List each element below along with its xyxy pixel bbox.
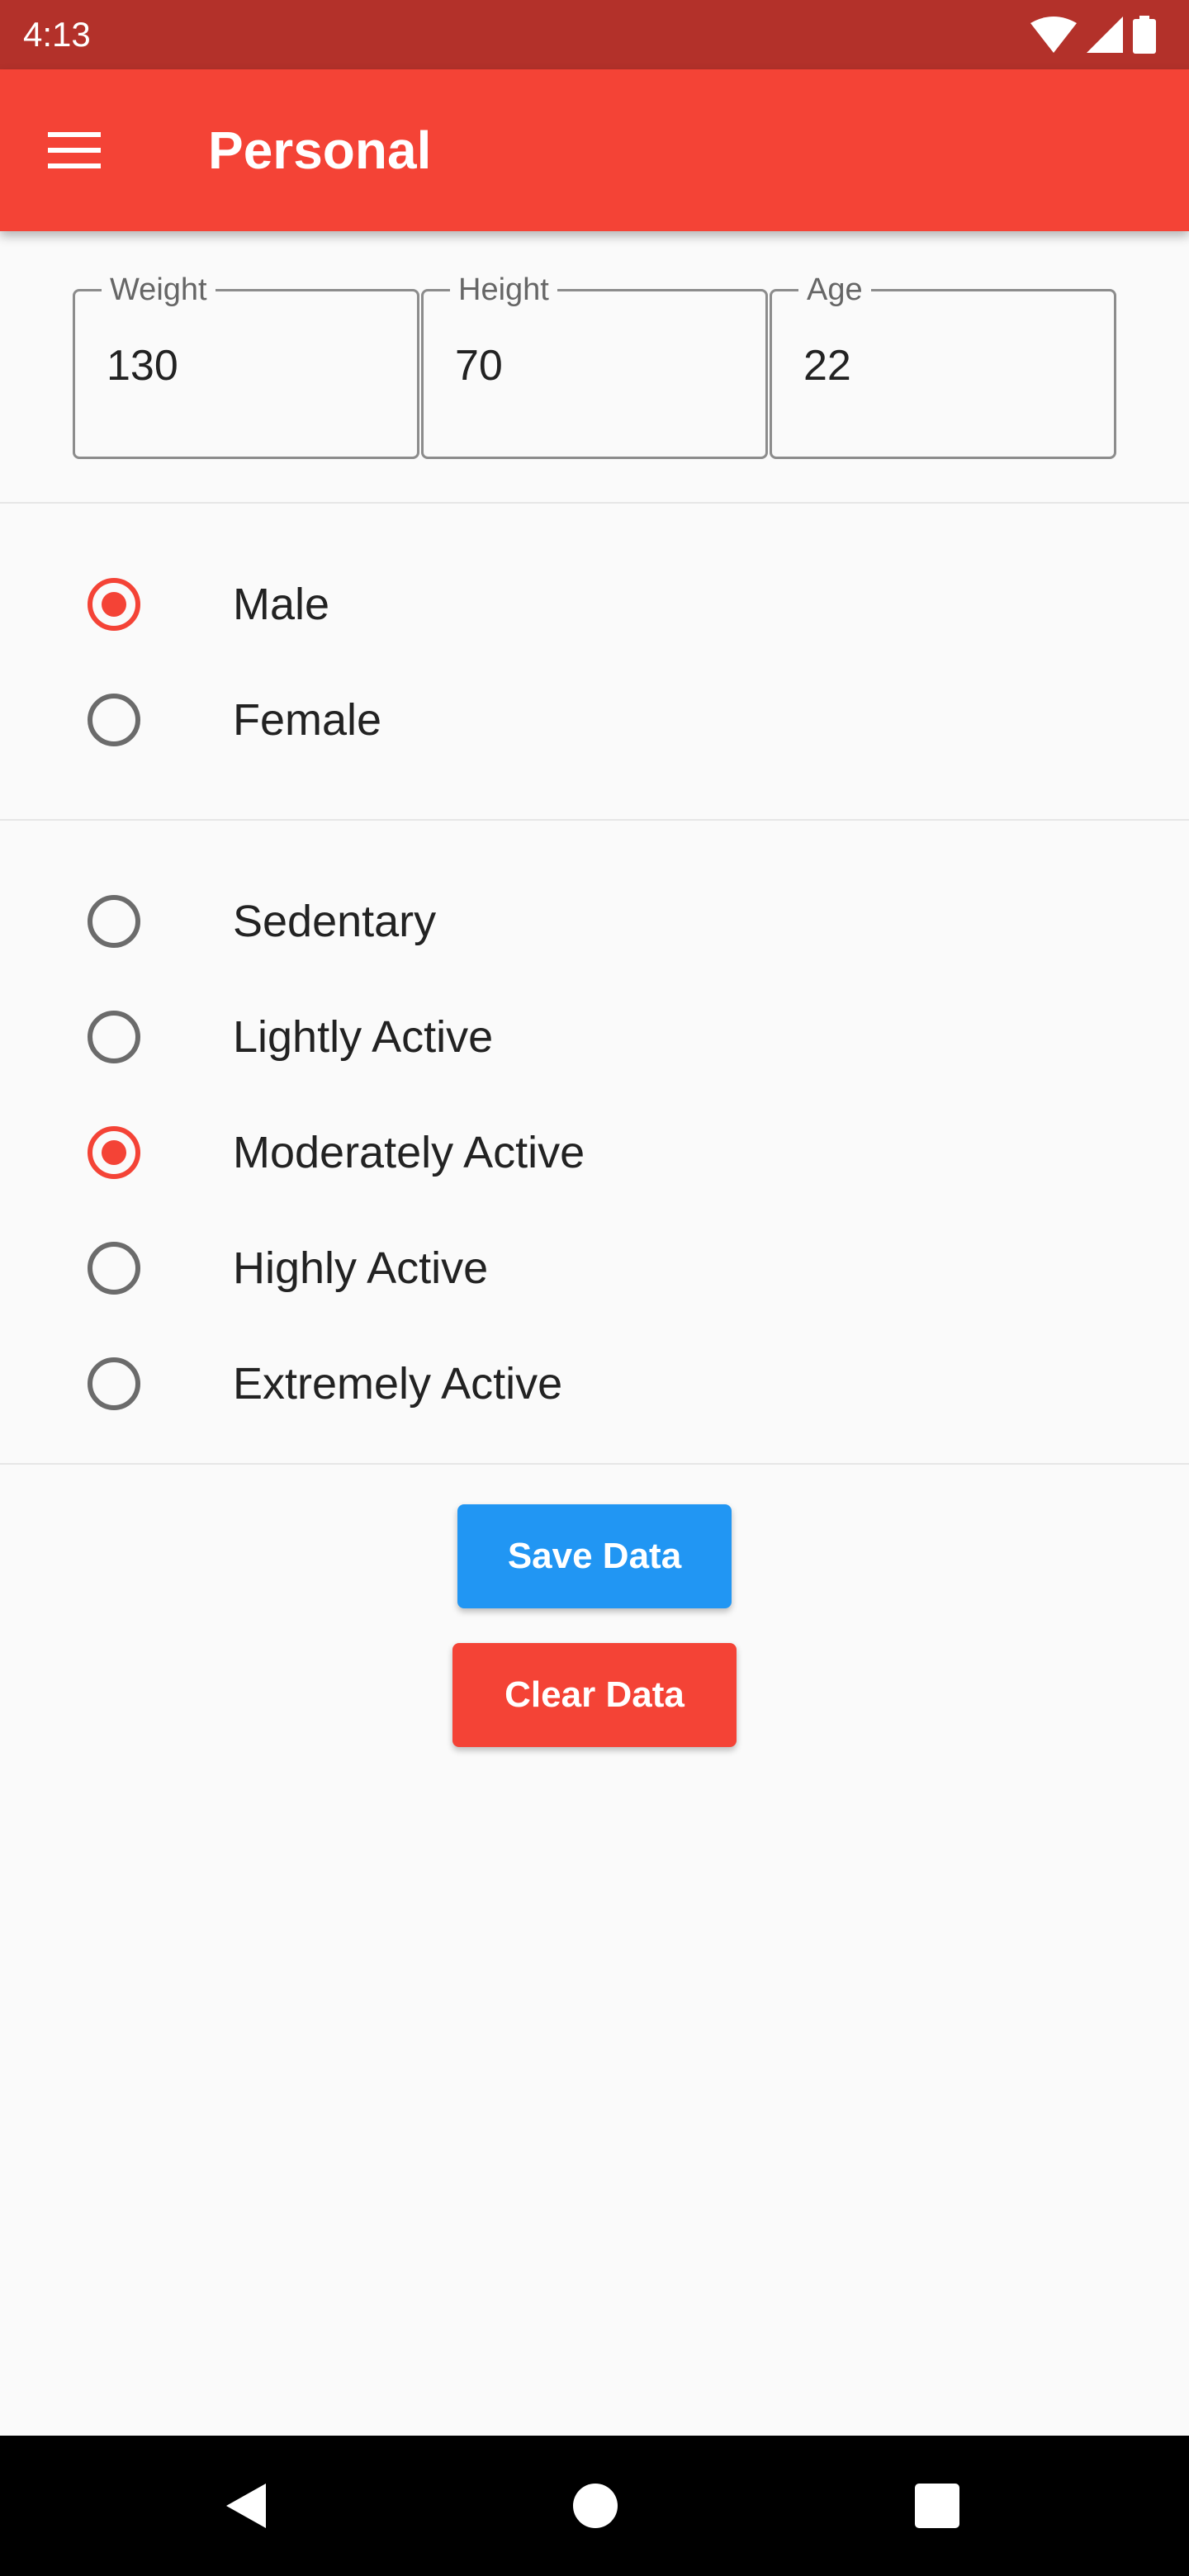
system-nav-bar bbox=[0, 2436, 1189, 2576]
divider bbox=[0, 1463, 1189, 1465]
radio-button[interactable] bbox=[88, 895, 140, 948]
radio-lightly-active[interactable]: Lightly Active bbox=[0, 979, 1189, 1095]
menu-button[interactable] bbox=[36, 112, 112, 188]
radio-female[interactable]: Female bbox=[0, 662, 1189, 778]
divider bbox=[0, 502, 1189, 504]
status-bar: 4:13 bbox=[0, 0, 1189, 69]
clear-data-button[interactable]: Clear Data bbox=[452, 1643, 737, 1747]
age-input[interactable] bbox=[803, 339, 1084, 392]
status-icons bbox=[1030, 13, 1156, 56]
radio-highly-active[interactable]: Highly Active bbox=[0, 1210, 1189, 1326]
radio-button[interactable] bbox=[88, 1011, 140, 1063]
recents-icon[interactable] bbox=[908, 2477, 966, 2535]
weight-field[interactable]: Weight bbox=[73, 272, 419, 459]
radio-moderately-active[interactable]: Moderately Active bbox=[0, 1095, 1189, 1210]
save-data-button[interactable]: Save Data bbox=[457, 1504, 732, 1608]
radio-button[interactable] bbox=[88, 1126, 140, 1179]
app-bar: Personal bbox=[0, 69, 1189, 231]
radio-extremely-active[interactable]: Extremely Active bbox=[0, 1326, 1189, 1442]
weight-label: Weight bbox=[102, 272, 216, 308]
radio-sedentary[interactable]: Sedentary bbox=[0, 864, 1189, 979]
radio-button[interactable] bbox=[88, 694, 140, 746]
status-time: 4:13 bbox=[23, 15, 91, 54]
signal-icon bbox=[1087, 17, 1123, 53]
radio-button[interactable] bbox=[88, 578, 140, 631]
radio-label: Highly Active bbox=[233, 1243, 489, 1293]
home-icon[interactable] bbox=[566, 2477, 624, 2535]
age-field[interactable]: Age bbox=[770, 272, 1116, 459]
page-title: Personal bbox=[208, 121, 432, 180]
back-icon[interactable] bbox=[218, 2477, 276, 2535]
radio-label: Extremely Active bbox=[233, 1359, 563, 1409]
divider bbox=[0, 819, 1189, 821]
battery-icon bbox=[1133, 16, 1156, 54]
height-label: Height bbox=[450, 272, 557, 308]
radio-label: Lightly Active bbox=[233, 1012, 494, 1062]
radio-male[interactable]: Male bbox=[0, 547, 1189, 662]
weight-input[interactable] bbox=[107, 339, 387, 392]
height-input[interactable] bbox=[455, 339, 736, 392]
radio-label: Sedentary bbox=[233, 897, 437, 946]
radio-label: Male bbox=[233, 580, 330, 629]
height-field[interactable]: Height bbox=[421, 272, 768, 459]
radio-button[interactable] bbox=[88, 1242, 140, 1295]
age-label: Age bbox=[798, 272, 871, 308]
wifi-icon bbox=[1030, 17, 1077, 53]
radio-label: Moderately Active bbox=[233, 1128, 585, 1177]
radio-button[interactable] bbox=[88, 1357, 140, 1410]
menu-icon bbox=[48, 132, 101, 168]
radio-label: Female bbox=[233, 695, 382, 745]
